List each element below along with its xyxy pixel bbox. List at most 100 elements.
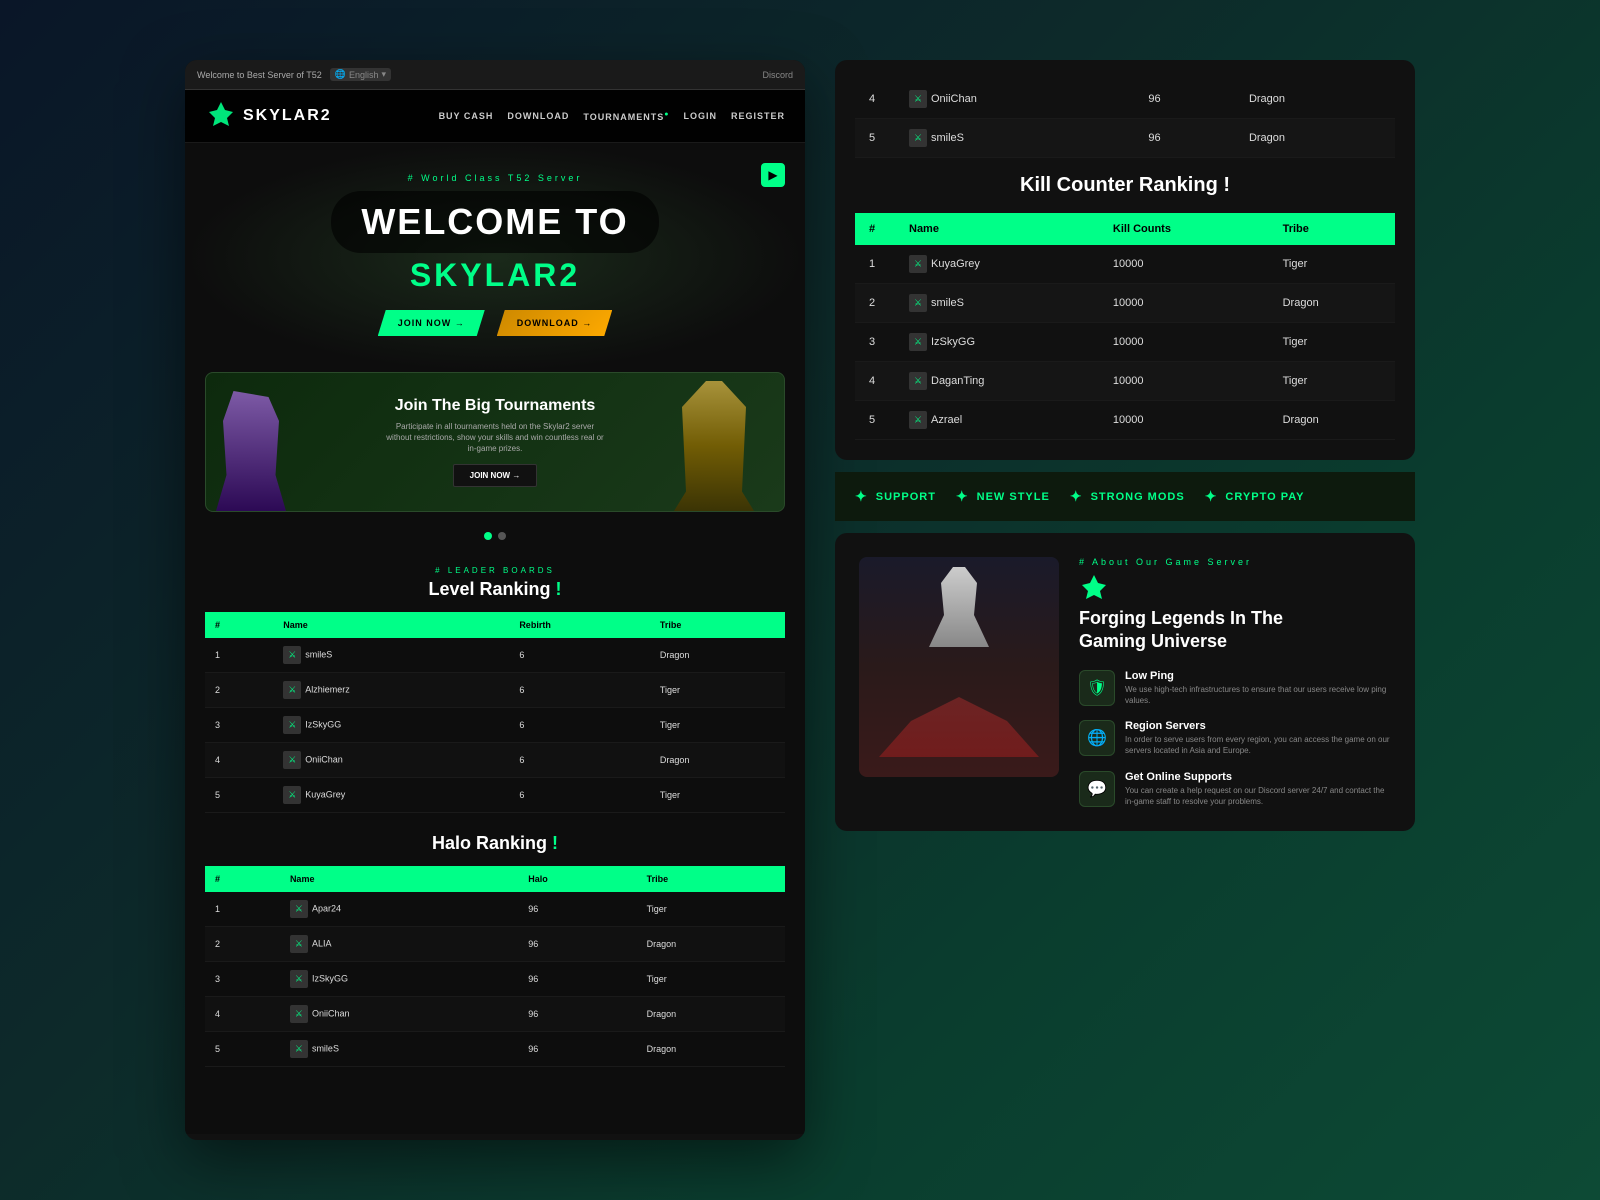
feature-icon: 💬	[1079, 771, 1115, 807]
player-avatar	[909, 129, 927, 147]
feature-desc: You can create a help request on our Dis…	[1125, 785, 1391, 807]
halo-col-name: Name	[280, 866, 518, 892]
site-logo-text: SKYLAR2	[243, 107, 332, 125]
feature-desc: We use high-tech infrastructures to ensu…	[1125, 684, 1391, 706]
name-cell: DaganTing	[895, 362, 1099, 401]
language-selector[interactable]: 🌐 English ▾	[330, 68, 391, 81]
strong-mods-star: ✦	[1070, 488, 1083, 505]
kills-cell: 10000	[1099, 401, 1269, 440]
about-section: # About Our Game Server Forging Legends …	[835, 533, 1415, 831]
level-ranking-table: # Name Rebirth Tribe 1 smileS 6 Dragon 2…	[205, 612, 785, 813]
feature-content: Get Online Supports You can create a hel…	[1125, 771, 1391, 807]
feature-content: Region Servers In order to serve users f…	[1125, 720, 1391, 756]
name-cell: KuyaGrey	[895, 245, 1099, 284]
table-row: 2 Alzhiemerz 6 Tiger	[205, 673, 785, 708]
rank-cell: 1	[205, 638, 273, 673]
kill-counter-table: # Name Kill Counts Tribe 1 KuyaGrey 1000…	[855, 213, 1395, 440]
kill-col-tribe: Tribe	[1269, 213, 1395, 245]
tournament-join-button[interactable]: JOIN NOW →	[453, 464, 538, 487]
kill-counter-section: 4 OniiChan 96 Dragon 5 smileS 96 Dragon …	[835, 60, 1415, 460]
feature-row: 🌐 Region Servers In order to serve users…	[1079, 720, 1391, 756]
halo-cell: 96	[518, 1032, 636, 1067]
name-cell: IzSkyGG	[273, 708, 509, 743]
feature-strong-mods: ✦ STRONG MODS	[1070, 488, 1185, 505]
new-style-label: NEW STYLE	[977, 491, 1050, 503]
kill-counter-title: Kill Counter Ranking !	[855, 174, 1395, 197]
discord-link[interactable]: Discord	[762, 70, 793, 80]
halo-col-rank: #	[205, 866, 280, 892]
feature-content: Low Ping We use high-tech infrastructure…	[1125, 670, 1391, 706]
table-row: 5 Azrael 10000 Dragon	[855, 401, 1395, 440]
character-left	[216, 381, 286, 511]
table-row: 2 ALIA 96 Dragon	[205, 927, 785, 962]
right-panel: 4 OniiChan 96 Dragon 5 smileS 96 Dragon …	[835, 60, 1415, 1140]
table-row: 4 OniiChan 96 Dragon	[855, 80, 1395, 119]
player-avatar	[290, 900, 308, 918]
rank-cell: 4	[855, 80, 895, 119]
join-now-button[interactable]: JOIN NOW →	[378, 310, 485, 336]
halo-cell: 96	[518, 962, 636, 997]
table-row: 4 OniiChan 96 Dragon	[205, 997, 785, 1032]
tribe-cell: Dragon	[650, 743, 785, 778]
right-panel-inner: 4 OniiChan 96 Dragon 5 smileS 96 Dragon …	[835, 60, 1415, 831]
player-avatar	[283, 751, 301, 769]
table-row: 3 IzSkyGG 10000 Tiger	[855, 323, 1395, 362]
nav-login[interactable]: LOGIN	[683, 111, 717, 121]
level-ranking-highlight: !	[556, 579, 562, 599]
feature-name: Region Servers	[1125, 720, 1391, 732]
name-cell: smileS	[895, 119, 1134, 158]
rank-cell: 2	[205, 927, 280, 962]
table-row: 3 IzSkyGG 6 Tiger	[205, 708, 785, 743]
nav-tournaments[interactable]: TOURNAMENTS●	[583, 111, 669, 122]
name-cell: IzSkyGG	[895, 323, 1099, 362]
tribe-cell: Dragon	[650, 638, 785, 673]
tribe-cell: Tiger	[637, 892, 785, 927]
feature-crypto-pay: ✦ CRYPTO PAY	[1205, 488, 1305, 505]
player-avatar	[283, 716, 301, 734]
tribe-cell: Tiger	[637, 962, 785, 997]
download-button[interactable]: DOWNLOAD →	[497, 310, 613, 336]
halo-ranking-highlight: !	[552, 833, 558, 853]
crypto-pay-label: CRYPTO PAY	[1225, 491, 1304, 503]
player-avatar	[909, 333, 927, 351]
rank-cell: 1	[205, 892, 280, 927]
feature-desc: In order to serve users from every regio…	[1125, 734, 1391, 756]
feature-list: 🛡 Low Ping We use high-tech infrastructu…	[1079, 670, 1391, 807]
about-title: Forging Legends In The Gaming Universe	[1079, 607, 1391, 654]
table-row: 1 smileS 6 Dragon	[205, 638, 785, 673]
kill-col-kills: Kill Counts	[1099, 213, 1269, 245]
nav-download[interactable]: DOWNLOAD	[507, 111, 569, 121]
dot-2[interactable]	[498, 532, 506, 540]
name-cell: smileS	[280, 1032, 518, 1067]
name-cell: Apar24	[280, 892, 518, 927]
social-icon[interactable]: ▶	[761, 163, 785, 187]
player-avatar	[283, 786, 301, 804]
rank-cell: 5	[855, 119, 895, 158]
table-row: 5 smileS 96 Dragon	[855, 119, 1395, 158]
banner-dots	[185, 532, 805, 540]
rank-cell: 3	[205, 708, 273, 743]
dot-1[interactable]	[484, 532, 492, 540]
browser-bar: Welcome to Best Server of T52 🌐 English …	[185, 60, 805, 90]
rank-cell: 5	[205, 778, 273, 813]
halo-ranking-section: Halo Ranking ! # Name Halo Tribe 1 Apar2…	[185, 823, 805, 1077]
name-cell: OniiChan	[895, 80, 1134, 119]
nav-buy-cash[interactable]: BUY CASH	[439, 111, 494, 121]
kill-col-rank: #	[855, 213, 895, 245]
feature-name: Low Ping	[1125, 670, 1391, 682]
tribe-cell: Dragon	[1235, 80, 1395, 119]
rebirth-cell: 6	[509, 778, 650, 813]
hero-welcome-text: WELCOME TO	[361, 201, 628, 243]
name-cell: OniiChan	[273, 743, 509, 778]
tribe-cell: Tiger	[650, 673, 785, 708]
nav-register[interactable]: REGISTER	[731, 111, 785, 121]
player-avatar	[283, 681, 301, 699]
feature-icon: 🌐	[1079, 720, 1115, 756]
name-cell: ALIA	[280, 927, 518, 962]
name-cell: Azrael	[895, 401, 1099, 440]
tournament-banner: Join The Big Tournaments Participate in …	[205, 372, 785, 512]
player-avatar	[909, 372, 927, 390]
rebirth-cell: 6	[509, 708, 650, 743]
logo-icon	[205, 100, 237, 132]
rank-cell: 2	[205, 673, 273, 708]
